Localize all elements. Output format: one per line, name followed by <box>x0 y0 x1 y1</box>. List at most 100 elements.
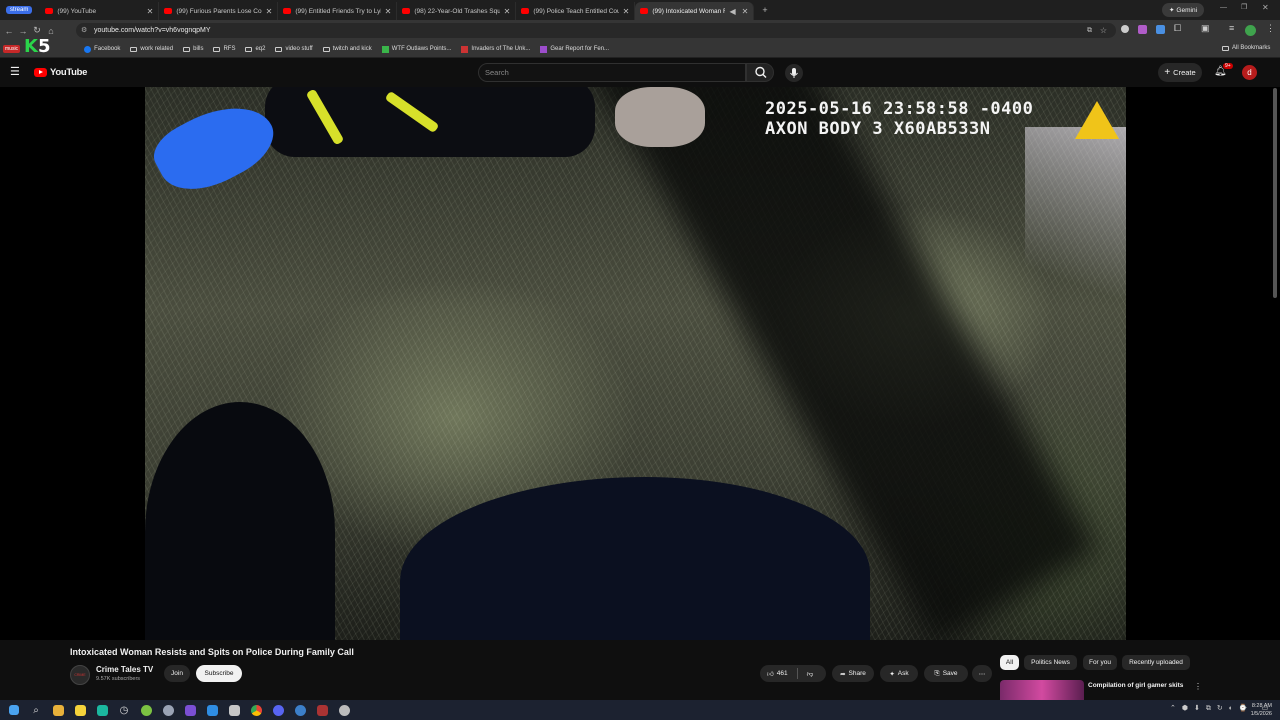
app-icon[interactable] <box>179 700 201 720</box>
share-button[interactable]: ➦ Share <box>832 665 874 682</box>
bookmark-label: video stuff <box>285 46 313 52</box>
clock[interactable]: 8:28 AM 1/5/2026 <box>1251 702 1272 718</box>
app-icon[interactable] <box>201 700 223 720</box>
bookmark-folder[interactable]: eq2 <box>245 46 265 52</box>
split-view-icon[interactable]: ▣ <box>1201 23 1210 34</box>
like-button[interactable]: 👍︎ 461 <box>767 670 788 678</box>
bookmark-folder[interactable]: work related <box>130 46 173 52</box>
bookmark-folder[interactable]: twitch and kick <box>322 46 372 52</box>
bookmark-label: RFS <box>223 46 236 52</box>
bookmark-star-icon[interactable]: ☆ <box>1100 23 1107 38</box>
restore-window-icon[interactable]: ❐ <box>1241 3 1247 11</box>
extension-icon[interactable] <box>1156 25 1165 34</box>
forward-icon[interactable]: → <box>16 26 30 36</box>
sticky-notes-icon[interactable] <box>69 700 91 720</box>
share-label: Share <box>848 670 866 677</box>
close-window-icon[interactable]: ✕ <box>1262 3 1269 12</box>
browser-tab[interactable]: (98) 22-Year-Old Trashes Squa ✕ <box>397 2 517 20</box>
channel-avatar[interactable]: CRIME <box>70 665 90 685</box>
stream-tab-group-label[interactable]: stream <box>6 6 33 14</box>
close-tab-icon[interactable]: ✕ <box>266 7 273 16</box>
chip-all[interactable]: All <box>1000 655 1019 670</box>
profile-avatar[interactable] <box>1245 25 1256 36</box>
page-scrollbar[interactable] <box>1273 88 1277 298</box>
hamburger-menu-icon[interactable]: ☰ <box>10 65 20 78</box>
browser-tab-active[interactable]: (99) Intoxicated Woman Re ◀ ✕ <box>635 2 755 20</box>
voice-search-button[interactable] <box>785 64 803 82</box>
bookmark-label: WTF Outlaws Points... <box>391 46 452 52</box>
video-player[interactable]: 2025-05-16 23:58:58 -0400 AXON BODY 3 X6… <box>0 87 1280 640</box>
back-icon[interactable]: ← <box>2 26 16 36</box>
browser-tab[interactable]: (99) Police Teach Entitled Coup ✕ <box>516 2 636 20</box>
all-bookmarks[interactable]: All Bookmarks <box>1222 45 1270 51</box>
clock-app-icon[interactable]: ◷ <box>113 700 135 720</box>
bookmark-folder[interactable]: video stuff <box>275 46 313 52</box>
chrome-icon[interactable] <box>245 700 267 720</box>
app-icon[interactable] <box>311 700 333 720</box>
app-icon[interactable] <box>91 700 113 720</box>
media-controls-icon[interactable]: ≡ <box>1229 23 1234 33</box>
ask-button[interactable]: ✦ Ask <box>880 665 918 682</box>
bookmark-gear-report[interactable]: Gear Report for Fen... <box>540 45 609 53</box>
file-explorer-icon[interactable] <box>47 700 69 720</box>
search-button[interactable] <box>746 63 774 82</box>
close-tab-icon[interactable]: ✕ <box>623 7 630 16</box>
chip-recently-uploaded[interactable]: Recently uploaded <box>1122 655 1190 670</box>
bookmark-folder[interactable]: RFS <box>213 46 235 52</box>
hand <box>615 87 705 147</box>
browser-tab[interactable]: (99) YouTube ✕ <box>40 2 160 20</box>
minimize-window-icon[interactable]: — <box>1220 4 1227 11</box>
browser-menu-icon[interactable]: ⋮ <box>1266 23 1275 34</box>
install-icon[interactable]: ⧉ <box>1087 23 1092 38</box>
app-icon[interactable] <box>333 700 355 720</box>
music-bookmark[interactable]: music <box>3 45 21 53</box>
dislike-button[interactable]: 👎︎ <box>807 670 814 678</box>
app-icon[interactable] <box>157 700 179 720</box>
recommended-thumbnail[interactable] <box>1000 680 1084 700</box>
video-frame[interactable]: 2025-05-16 23:58:58 -0400 AXON BODY 3 X6… <box>145 87 1126 640</box>
windows-start-icon[interactable] <box>3 700 25 720</box>
recommended-title[interactable]: Compilation of girl gamer skits <box>1088 682 1183 689</box>
app-icon[interactable] <box>135 700 157 720</box>
address-bar[interactable]: ⚙ youtube.com/watch?v=vh6vognqpMY ⧉ ☆ <box>76 23 1116 38</box>
app-icon[interactable] <box>267 700 289 720</box>
close-tab-icon[interactable]: ✕ <box>147 7 154 16</box>
chip-for-you[interactable]: For you <box>1083 655 1117 670</box>
search-icon[interactable]: ⌕ <box>25 700 47 720</box>
bookmark-label: twitch and kick <box>332 46 372 52</box>
app-icon[interactable] <box>289 700 311 720</box>
more-vertical-icon[interactable]: ⋮ <box>1194 682 1202 691</box>
new-tab-button[interactable]: + <box>762 5 767 15</box>
user-avatar[interactable]: d <box>1242 65 1257 80</box>
subscribe-button[interactable]: Subscribe <box>196 665 242 682</box>
browser-tab[interactable]: (99) Furious Parents Lose Contr ✕ <box>159 2 279 20</box>
browser-tab[interactable]: (99) Entitled Friends Try to Lyin ✕ <box>278 2 398 20</box>
close-tab-icon[interactable]: ✕ <box>504 7 511 16</box>
close-tab-icon[interactable]: ✕ <box>742 7 749 16</box>
bookmark-facebook[interactable]: Facebook <box>84 45 120 53</box>
search-input[interactable]: Search <box>478 63 746 82</box>
chip-politics-news[interactable]: Politics News <box>1024 655 1077 670</box>
extension-icon[interactable] <box>1138 25 1147 34</box>
site-info-icon[interactable]: ⚙ <box>81 23 87 38</box>
join-button[interactable]: Join <box>164 665 190 682</box>
divider <box>796 668 798 679</box>
channel-name[interactable]: Crime Tales TV <box>96 665 153 674</box>
youtube-logo[interactable]: YouTube <box>34 67 87 78</box>
home-icon[interactable]: ⌂ <box>44 26 58 36</box>
bookmark-folder[interactable]: bills <box>183 46 203 52</box>
create-button[interactable]: + Create <box>1158 63 1202 82</box>
bookmark-invaders[interactable]: Invaders of The Unk... <box>461 45 530 53</box>
extension-icon[interactable] <box>1121 25 1129 33</box>
app-icon[interactable] <box>223 700 245 720</box>
more-actions-button[interactable]: ⋯ <box>972 665 992 682</box>
close-tab-icon[interactable]: ✕ <box>385 7 392 16</box>
speaker-icon[interactable]: ◀ <box>729 7 735 16</box>
bookmark-wtf-outlaws[interactable]: WTF Outlaws Points... <box>381 45 452 53</box>
extensions-puzzle-icon[interactable]: ⧠ <box>1174 23 1181 34</box>
save-button[interactable]: ⎘ Save <box>924 665 968 682</box>
gemini-label: Gemini <box>1176 6 1198 14</box>
reload-icon[interactable]: ↻ <box>30 25 44 36</box>
gemini-button[interactable]: ✦ Gemini <box>1162 3 1204 17</box>
channel-avatar-text: CRIME <box>74 673 86 677</box>
